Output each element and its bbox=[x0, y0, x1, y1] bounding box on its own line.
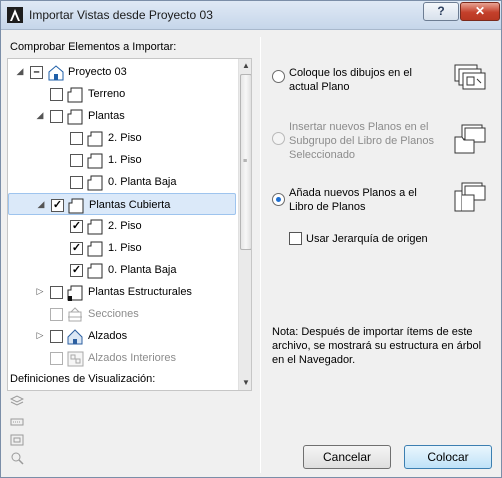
right-panel: Coloque los dibujos en el actual Plano I… bbox=[264, 31, 500, 477]
collapsed-arrow-icon[interactable]: ▷ bbox=[34, 285, 46, 297]
tree-item-checkbox[interactable] bbox=[50, 88, 63, 101]
elevation-icon bbox=[67, 329, 83, 345]
floor-plan-icon bbox=[67, 109, 83, 125]
tree-item[interactable]: ✓ 1. Piso bbox=[8, 237, 236, 259]
tree-item-label: 2. Piso bbox=[108, 132, 142, 144]
tree-item-checkbox[interactable]: ✓ bbox=[70, 220, 83, 233]
tree-item-label: Plantas Cubierta bbox=[89, 199, 171, 211]
floor-plan-icon bbox=[87, 153, 103, 169]
expanded-arrow-icon[interactable]: ◢ bbox=[34, 109, 46, 121]
zoom-icon[interactable] bbox=[10, 451, 24, 465]
import-views-dialog: Importar Vistas desde Proyecto 03 ? ✕ Co… bbox=[0, 0, 502, 478]
frame-icon[interactable] bbox=[10, 433, 24, 447]
tree-item-label: Proyecto 03 bbox=[68, 66, 127, 78]
tree-item-checkbox[interactable] bbox=[50, 286, 63, 299]
title-bar[interactable]: Importar Vistas desde Proyecto 03 ? ✕ bbox=[1, 1, 501, 30]
tree-item[interactable]: ✓ 0. Planta Baja bbox=[8, 259, 236, 281]
expanded-arrow-icon[interactable]: ◢ bbox=[14, 65, 26, 77]
place-button[interactable]: Colocar bbox=[404, 445, 492, 469]
project-icon bbox=[48, 65, 64, 81]
radio-add-layouts[interactable] bbox=[272, 193, 285, 206]
floor-plan-icon bbox=[87, 263, 103, 279]
floor-plan-icon bbox=[87, 219, 103, 235]
tree-item[interactable]: ▷ Plantas Estructurales bbox=[8, 281, 236, 303]
import-note: Nota: Después de importar ítems de este … bbox=[272, 326, 482, 366]
tree-item-checkbox[interactable]: ✓ bbox=[51, 199, 64, 212]
tree-item[interactable]: 0. Planta Baja bbox=[8, 171, 236, 193]
tree-item[interactable]: Alzados Interiores bbox=[8, 347, 236, 369]
interior-elevation-icon bbox=[67, 351, 84, 367]
dimension-icon[interactable] bbox=[10, 415, 24, 429]
archicad-app-icon bbox=[7, 7, 23, 23]
tree-item-checkbox[interactable] bbox=[50, 110, 63, 123]
tree-item[interactable]: ▷ Alzados bbox=[8, 325, 236, 347]
tree-item-checkbox[interactable] bbox=[50, 330, 63, 343]
tree-item[interactable]: 1. Piso bbox=[8, 149, 236, 171]
scroll-up-arrow[interactable]: ▲ bbox=[239, 59, 251, 73]
expanded-arrow-icon[interactable]: ◢ bbox=[35, 198, 47, 210]
tree-item-label: Plantas bbox=[88, 110, 125, 122]
tree-item-label: 2. Piso bbox=[108, 220, 142, 232]
close-button[interactable]: ✕ bbox=[460, 2, 500, 21]
tree-item-checkbox[interactable]: ✓ bbox=[70, 242, 83, 255]
dialog-content: Comprobar Elementos a Importar: ◢ – Proyec… bbox=[2, 31, 500, 477]
tree-item-label: Alzados bbox=[88, 330, 128, 342]
tree-item[interactable]: ◢ ✓ Plantas Cubierta bbox=[8, 193, 236, 215]
insert-subset-icon bbox=[454, 124, 486, 154]
floor-plan-icon bbox=[87, 175, 103, 191]
floor-plan-icon bbox=[68, 198, 84, 214]
import-tree: ◢ – Proyecto 03 Terreno ◢ Plantas 2. Piso 1. Pi… bbox=[7, 58, 252, 391]
use-hierarchy-checkbox[interactable] bbox=[289, 232, 302, 245]
add-layouts-icon bbox=[454, 182, 486, 212]
option-place-drawings-label: Coloque los dibujos en el actual Plano bbox=[289, 67, 412, 93]
left-panel: Comprobar Elementos a Importar: ◢ – Proyec… bbox=[2, 31, 260, 477]
tree-item-checkbox[interactable] bbox=[70, 154, 83, 167]
tree-item[interactable]: Terreno bbox=[8, 83, 236, 105]
tree-item-label: Plantas Estructurales bbox=[88, 286, 192, 298]
structural-plan-icon bbox=[67, 285, 83, 301]
tree-item-label: 1. Piso bbox=[108, 242, 142, 254]
help-button[interactable]: ? bbox=[423, 2, 459, 21]
tree-item-label: 0. Planta Baja bbox=[108, 264, 177, 276]
tree-item[interactable]: ✓ 2. Piso bbox=[8, 215, 236, 237]
tree-item-checkbox[interactable] bbox=[70, 176, 83, 189]
tree-scrollbar[interactable]: ▲ ≡ ▼ bbox=[238, 59, 251, 390]
option-insert-subset-label: Insertar nuevos Planos en el Subgrupo de… bbox=[289, 121, 434, 161]
tree-item[interactable]: ◢ – Proyecto 03 bbox=[8, 61, 236, 83]
window-title: Importar Vistas desde Proyecto 03 bbox=[29, 8, 213, 22]
tree-item[interactable]: ◢ Plantas bbox=[8, 105, 236, 127]
tree-item-checkbox[interactable] bbox=[50, 308, 63, 321]
check-elements-label: Comprobar Elementos a Importar: bbox=[10, 41, 177, 53]
tree-item-checkbox[interactable] bbox=[70, 132, 83, 145]
tree-item-label: Secciones bbox=[88, 308, 139, 320]
radio-place-drawings[interactable] bbox=[272, 70, 285, 83]
panel-divider bbox=[260, 37, 261, 473]
tree-item-checkbox[interactable]: – bbox=[30, 66, 43, 79]
definitions-label: Definiciones de Visualización: bbox=[10, 373, 156, 385]
radio-insert-subset[interactable] bbox=[272, 132, 285, 145]
tree-item-label: 1. Piso bbox=[108, 154, 142, 166]
tree-item-label: 0. Planta Baja bbox=[108, 176, 177, 188]
use-hierarchy-label: Usar Jerarquía de origen bbox=[306, 233, 428, 245]
floor-plan-icon bbox=[67, 87, 83, 103]
tree-item-checkbox[interactable] bbox=[50, 352, 63, 365]
scroll-thumb[interactable]: ≡ bbox=[240, 74, 251, 250]
floor-plan-icon bbox=[87, 131, 103, 147]
layers-icon[interactable] bbox=[10, 394, 24, 408]
tree-item[interactable]: 2. Piso bbox=[8, 127, 236, 149]
cancel-button[interactable]: Cancelar bbox=[303, 445, 391, 469]
section-icon bbox=[68, 307, 82, 322]
option-add-layouts-label: Añada nuevos Planos a el Libro de Planos bbox=[289, 187, 417, 213]
scroll-grip-icon: ≡ bbox=[243, 158, 248, 165]
tree-item-label: Alzados Interiores bbox=[88, 352, 177, 364]
collapsed-arrow-icon[interactable]: ▷ bbox=[34, 329, 46, 341]
place-drawings-icon bbox=[454, 64, 486, 90]
scroll-down-arrow[interactable]: ▼ bbox=[239, 376, 251, 390]
tree-item-checkbox[interactable]: ✓ bbox=[70, 264, 83, 277]
tree-item[interactable]: Secciones bbox=[8, 303, 236, 325]
floor-plan-icon bbox=[87, 241, 103, 257]
tree-item-label: Terreno bbox=[88, 88, 126, 100]
